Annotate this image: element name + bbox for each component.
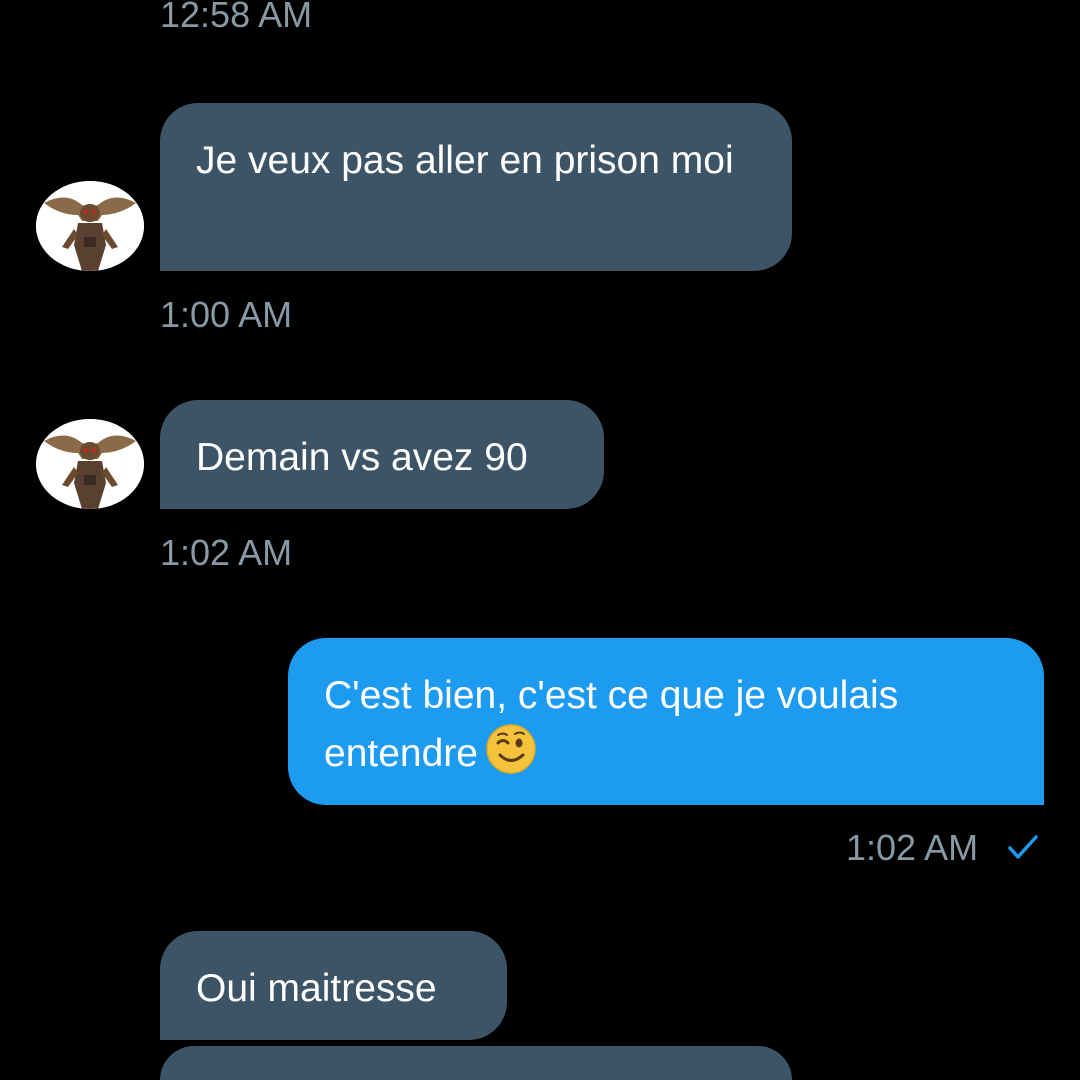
gremlin-avatar-icon[interactable] (36, 419, 144, 509)
message-text-content: C'est bien, c'est ce que je voulais ente… (324, 674, 899, 775)
received-message-bubble[interactable]: Oui maitresse (160, 931, 507, 1040)
winking-face-emoji (486, 724, 536, 774)
message-timestamp: 1:02 AM (160, 532, 293, 573)
message-text: C'est bien, c'est ce que je voulais ente… (324, 668, 1008, 782)
sent-message-bubble[interactable]: C'est bien, c'est ce que je voulais ente… (288, 638, 1044, 805)
received-message-bubble[interactable]: Je veux pas aller en prison moi (160, 103, 792, 271)
message-timestamp: 12:58 AM (160, 0, 313, 35)
message-timestamp: 1:02 AM (846, 827, 979, 868)
message-text: Je veux pas aller en prison moi (196, 139, 734, 182)
message-text: Demain vs avez 90 (196, 436, 528, 479)
gremlin-avatar-icon[interactable] (36, 181, 144, 271)
read-check-icon (1006, 832, 1040, 862)
received-message-bubble[interactable]: Demain vs avez 90 (160, 400, 604, 509)
message-text: Oui maitresse (196, 967, 437, 1010)
received-message-bubble[interactable] (160, 1046, 792, 1080)
message-timestamp: 1:00 AM (160, 294, 293, 335)
